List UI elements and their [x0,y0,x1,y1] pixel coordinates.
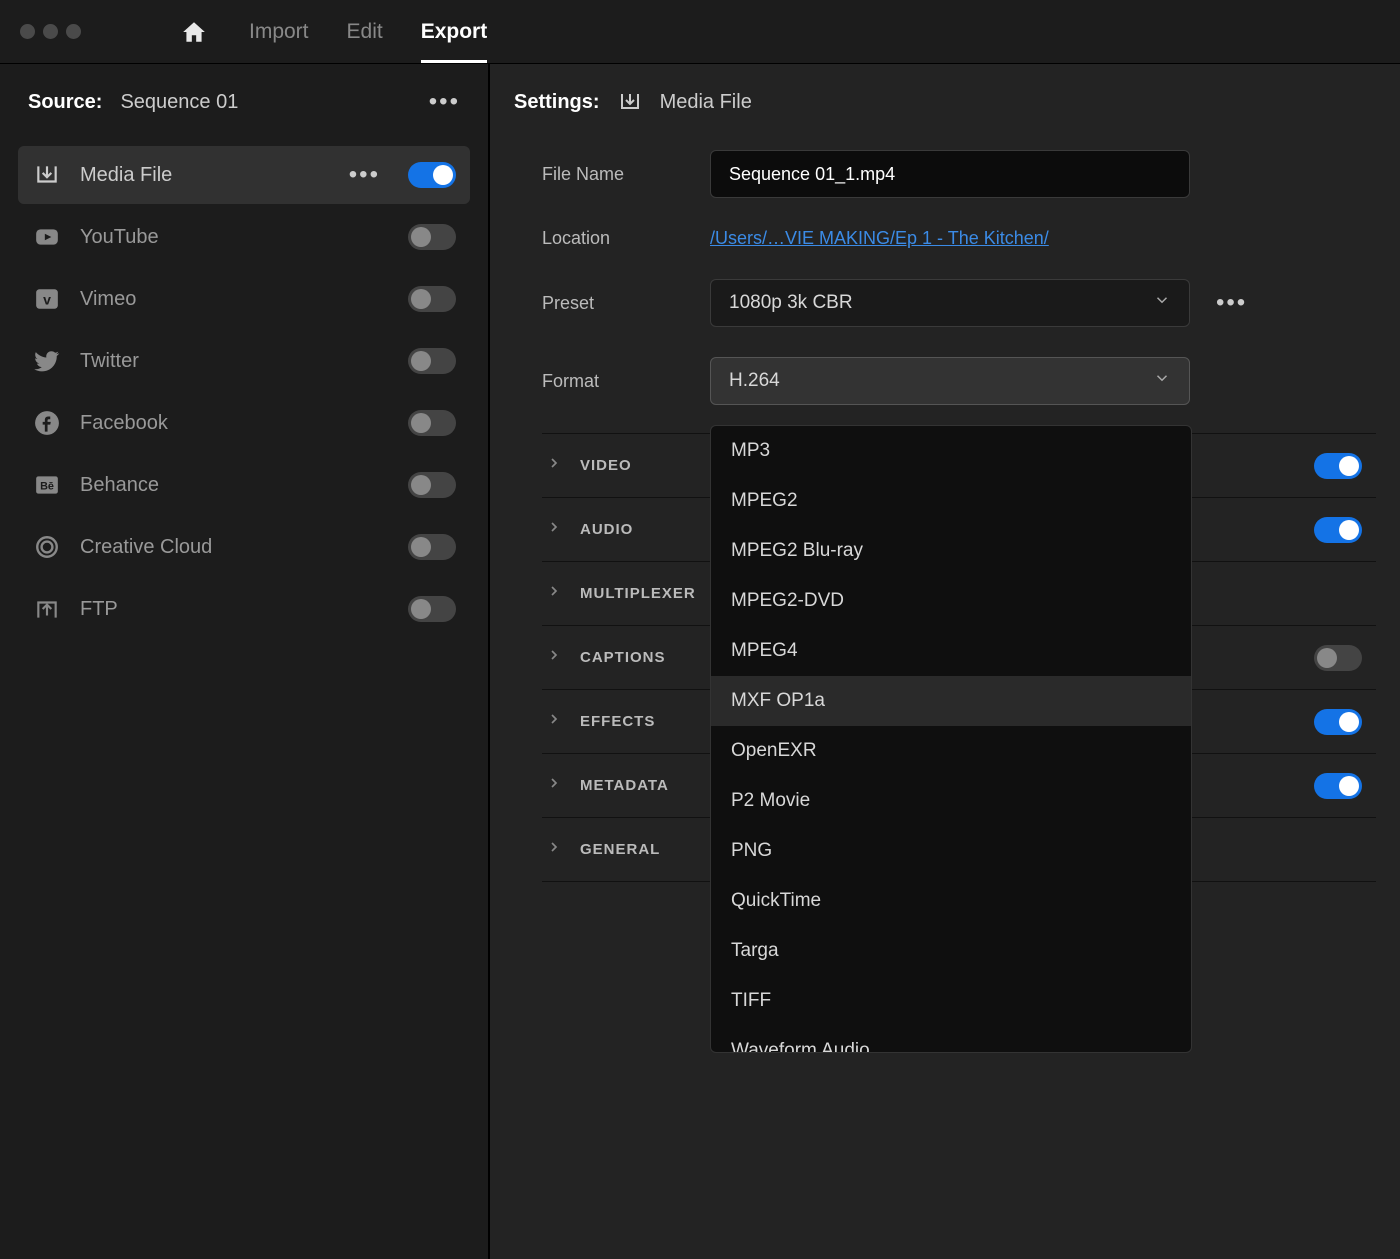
destination-toggle[interactable] [408,224,456,250]
settings-label: Settings: [514,91,600,114]
settings-panel: Settings: Media File File Name Location … [490,64,1400,1259]
upload-icon [32,594,62,624]
destination-label: Facebook [80,412,408,435]
source-more-icon[interactable]: ••• [429,88,460,116]
destination-twitter[interactable]: Twitter [18,332,470,390]
destination-ftp[interactable]: FTP [18,580,470,638]
destination-toggle[interactable] [408,162,456,188]
minimize-window[interactable] [43,24,58,39]
chevron-down-icon [1153,291,1171,315]
tab-edit[interactable]: Edit [347,0,383,63]
maximize-window[interactable] [66,24,81,39]
behance-icon: Bē [32,470,62,500]
preset-more-icon[interactable]: ••• [1216,289,1247,317]
destination-behance[interactable]: Bē Behance [18,456,470,514]
format-option[interactable]: OpenEXR [711,726,1191,776]
destination-facebook[interactable]: Facebook [18,394,470,452]
destination-media-file[interactable]: Media File ••• [18,146,470,204]
section-toggle[interactable] [1314,517,1362,543]
format-dropdown[interactable]: MP3MPEG2MPEG2 Blu-rayMPEG2-DVDMPEG4MXF O… [710,425,1192,1053]
preset-value: 1080p 3k CBR [729,292,853,314]
chevron-right-icon [546,455,562,476]
destination-toggle[interactable] [408,348,456,374]
destination-label: Vimeo [80,288,408,311]
format-option[interactable]: P2 Movie [711,776,1191,826]
home-icon[interactable] [181,19,207,45]
settings-title: Media File [660,91,752,114]
format-option[interactable]: QuickTime [711,876,1191,926]
destination-vimeo[interactable]: v Vimeo [18,270,470,328]
destination-cc[interactable]: Creative Cloud [18,518,470,576]
destination-label: YouTube [80,226,408,249]
destinations-panel: Source: Sequence 01 ••• Media File ••• Y… [0,64,490,1259]
destination-toggle[interactable] [408,472,456,498]
destination-youtube[interactable]: YouTube [18,208,470,266]
destination-label: FTP [80,598,408,621]
destination-toggle[interactable] [408,534,456,560]
chevron-right-icon [546,647,562,668]
cc-icon [32,532,62,562]
section-toggle[interactable] [1314,773,1362,799]
format-option[interactable]: MPEG4 [711,626,1191,676]
destination-label: Behance [80,474,408,497]
tab-export[interactable]: Export [421,0,488,63]
destination-toggle[interactable] [408,410,456,436]
twitter-icon [32,346,62,376]
chevron-right-icon [546,775,562,796]
source-label: Source: [28,91,102,114]
window-controls[interactable] [20,24,81,39]
section-toggle[interactable] [1314,709,1362,735]
format-select[interactable]: H.264 [710,357,1190,405]
format-option[interactable]: MP3 [711,426,1191,476]
location-label: Location [542,228,710,249]
destination-label: Creative Cloud [80,536,408,559]
download-icon [618,90,642,114]
destination-toggle[interactable] [408,596,456,622]
format-option[interactable]: TIFF [711,976,1191,1026]
tab-import[interactable]: Import [249,0,309,63]
file-name-input[interactable] [710,150,1190,198]
source-name[interactable]: Sequence 01 [120,91,238,114]
destination-toggle[interactable] [408,286,456,312]
chevron-right-icon [546,583,562,604]
download-icon [32,160,62,190]
format-option[interactable]: MPEG2-DVD [711,576,1191,626]
chevron-right-icon [546,839,562,860]
format-option[interactable]: PNG [711,826,1191,876]
facebook-icon [32,408,62,438]
format-option[interactable]: MXF OP1a [711,676,1191,726]
chevron-right-icon [546,519,562,540]
destination-label: Twitter [80,350,408,373]
format-option[interactable]: MPEG2 [711,476,1191,526]
preset-label: Preset [542,293,710,314]
location-link[interactable]: /Users/…VIE MAKING/Ep 1 - The Kitchen/ [710,228,1049,249]
youtube-icon [32,222,62,252]
format-option[interactable]: Waveform Audio [711,1026,1191,1052]
format-option[interactable]: MPEG2 Blu-ray [711,526,1191,576]
file-name-label: File Name [542,164,710,185]
format-option[interactable]: Targa [711,926,1191,976]
section-toggle[interactable] [1314,453,1362,479]
preset-select[interactable]: 1080p 3k CBR [710,279,1190,327]
svg-text:Bē: Bē [40,480,54,492]
close-window[interactable] [20,24,35,39]
vimeo-icon: v [32,284,62,314]
destination-more-icon[interactable]: ••• [349,161,380,189]
chevron-down-icon [1153,369,1171,393]
format-label: Format [542,371,710,392]
chevron-right-icon [546,711,562,732]
svg-text:v: v [43,291,51,307]
destination-label: Media File [80,164,349,187]
format-value: H.264 [729,370,780,392]
section-toggle[interactable] [1314,645,1362,671]
